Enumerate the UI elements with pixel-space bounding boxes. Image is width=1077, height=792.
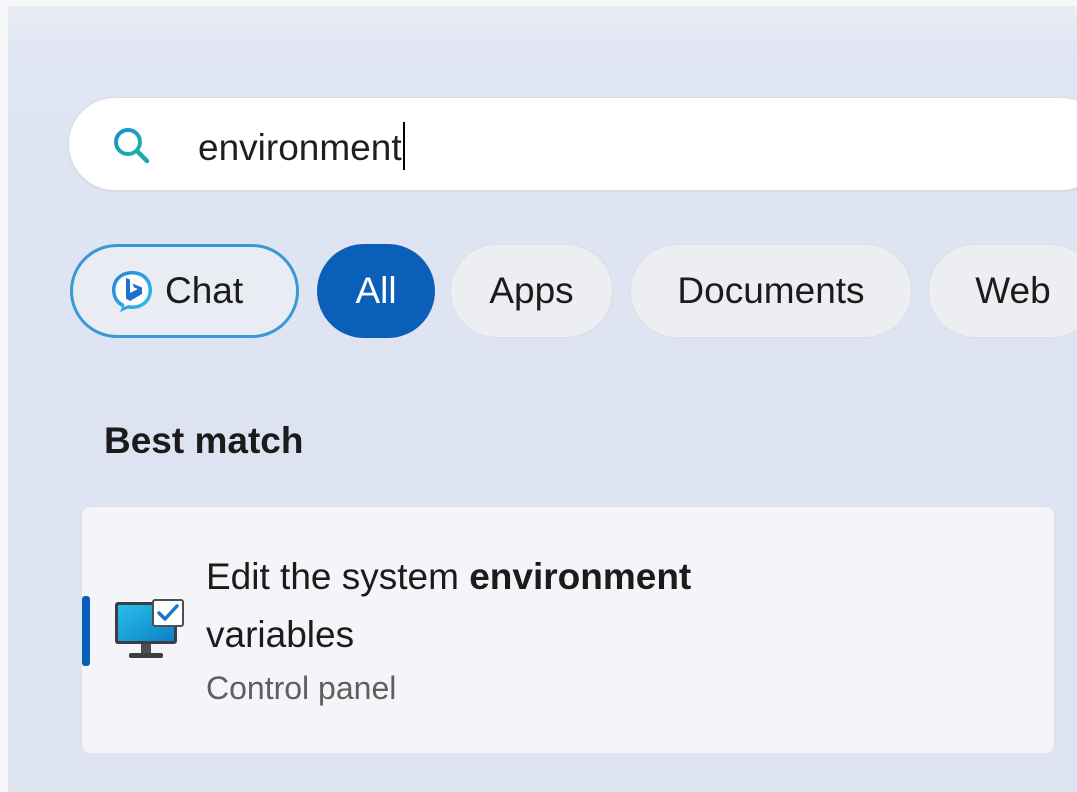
best-match-title-suffix: variables bbox=[206, 614, 355, 655]
filter-all-label: All bbox=[355, 270, 397, 311]
filter-apps-label: Apps bbox=[489, 270, 574, 311]
system-properties-icon bbox=[115, 599, 184, 658]
best-match-heading: Best match bbox=[104, 420, 304, 461]
best-match-title: Edit the system environment variables bbox=[206, 548, 906, 664]
filter-web-button[interactable]: Web bbox=[928, 244, 1077, 338]
search-icon bbox=[114, 128, 150, 164]
best-match-title-prefix: Edit the system bbox=[206, 556, 470, 597]
best-match-subtitle: Control panel bbox=[206, 670, 397, 706]
window-top-edge bbox=[0, 0, 1077, 6]
filter-documents-label: Documents bbox=[677, 270, 865, 311]
filter-web-label: Web bbox=[975, 270, 1051, 311]
text-caret bbox=[402, 122, 405, 170]
filter-all-button[interactable]: All bbox=[317, 244, 435, 338]
best-match-title-highlight: environment bbox=[469, 556, 692, 597]
search-input[interactable]: environment bbox=[198, 122, 405, 171]
window-left-edge bbox=[0, 0, 8, 792]
filter-documents-button[interactable]: Documents bbox=[630, 244, 912, 338]
bing-chat-icon bbox=[112, 271, 152, 312]
filter-chat-button[interactable]: Chat bbox=[70, 244, 299, 338]
selection-indicator bbox=[82, 596, 90, 666]
filter-chat-label: Chat bbox=[165, 270, 244, 311]
filter-apps-button[interactable]: Apps bbox=[450, 244, 613, 338]
search-box[interactable]: environment bbox=[68, 97, 1077, 191]
search-input-text: environment bbox=[198, 127, 402, 168]
